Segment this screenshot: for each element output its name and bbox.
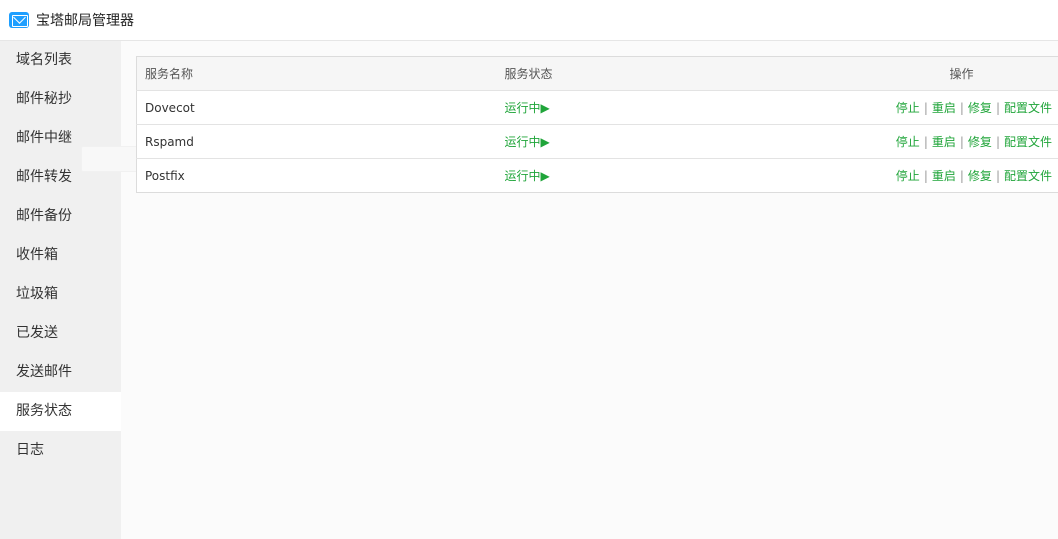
config-file-link[interactable]: 配置文件 — [1004, 101, 1052, 115]
separator: | — [995, 135, 1000, 149]
column-header-actions: 操作 — [774, 56, 1058, 91]
repair-link[interactable]: 修复 — [968, 169, 992, 183]
sidebar-item-domain-list[interactable]: 域名列表 — [0, 41, 121, 80]
separator: | — [995, 101, 1000, 115]
stop-link[interactable]: 停止 — [896, 169, 920, 183]
service-actions: 停止 | 重启 | 修复 | 配置文件 — [774, 90, 1058, 125]
separator: | — [923, 101, 928, 115]
stop-link[interactable]: 停止 — [896, 101, 920, 115]
separator: | — [959, 101, 964, 115]
service-name: Dovecot — [136, 90, 505, 125]
sidebar-item-inbox[interactable]: 收件箱 — [0, 236, 121, 275]
app-title: 宝塔邮局管理器 — [36, 13, 134, 29]
restart-link[interactable]: 重启 — [932, 135, 956, 149]
sidebar-item-logs[interactable]: 日志 — [0, 431, 121, 470]
separator: | — [923, 135, 928, 149]
sidebar-item-send-mail[interactable]: 发送邮件 — [0, 353, 121, 392]
sidebar-item-trash[interactable]: 垃圾箱 — [0, 275, 121, 314]
repair-link[interactable]: 修复 — [968, 135, 992, 149]
service-actions: 停止 | 重启 | 修复 | 配置文件 — [775, 159, 1058, 193]
title-bar: 宝塔邮局管理器 — [0, 0, 1058, 41]
service-name: Postfix — [145, 168, 185, 183]
service-status-running: 运行中▶ — [504, 169, 550, 183]
config-file-link[interactable]: 配置文件 — [1004, 169, 1052, 183]
sidebar-item-mail-bcc[interactable]: 邮件秘抄 — [0, 80, 121, 119]
separator: | — [923, 169, 928, 183]
service-status-running: 运行中▶ — [504, 90, 775, 125]
sidebar-item-mail-backup[interactable]: 邮件备份 — [0, 197, 121, 236]
restart-link[interactable]: 重启 — [932, 101, 956, 115]
sidebar-item-service-status[interactable]: 服务状态 — [0, 392, 121, 431]
column-header-service-status: 服务状态 — [504, 56, 775, 91]
table-header-row: 服务名称 服务状态 操作 — [136, 56, 1058, 91]
stop-link[interactable]: 停止 — [896, 135, 920, 149]
table-row: Rspamd 运行中▶ 停止 | 重启 | 修复 | 配置文件 — [136, 124, 1058, 159]
service-status-table: 服务名称 服务状态 操作 Dovecot 运行中▶ 停止 | 重启 | 修复 | 配置文件 … — [136, 56, 1058, 193]
sidebar: 域名列表 邮件秘抄 邮件中继 邮件转发 邮件备份 收件箱 垃圾箱 已发送 发送邮… — [0, 41, 121, 539]
repair-link[interactable]: 修复 — [968, 101, 992, 115]
service-actions: 停止 | 重启 | 修复 | 配置文件 — [774, 124, 1058, 159]
mail-icon — [9, 12, 29, 28]
separator: | — [959, 169, 964, 183]
restart-link[interactable]: 重启 — [932, 169, 956, 183]
service-status-running: 运行中▶ — [504, 124, 775, 159]
table-row: Postfix 运行中▶ 停止 | 重启 | 修复 | 配置文件 — [137, 159, 1058, 193]
separator: | — [959, 135, 964, 149]
config-file-link[interactable]: 配置文件 — [1004, 135, 1052, 149]
service-name: Rspamd — [136, 124, 505, 159]
column-header-service-name: 服务名称 — [136, 56, 505, 91]
table-row: Dovecot 运行中▶ 停止 | 重启 | 修复 | 配置文件 — [136, 90, 1058, 125]
separator: | — [995, 169, 1000, 183]
sidebar-item-sent[interactable]: 已发送 — [0, 314, 121, 353]
